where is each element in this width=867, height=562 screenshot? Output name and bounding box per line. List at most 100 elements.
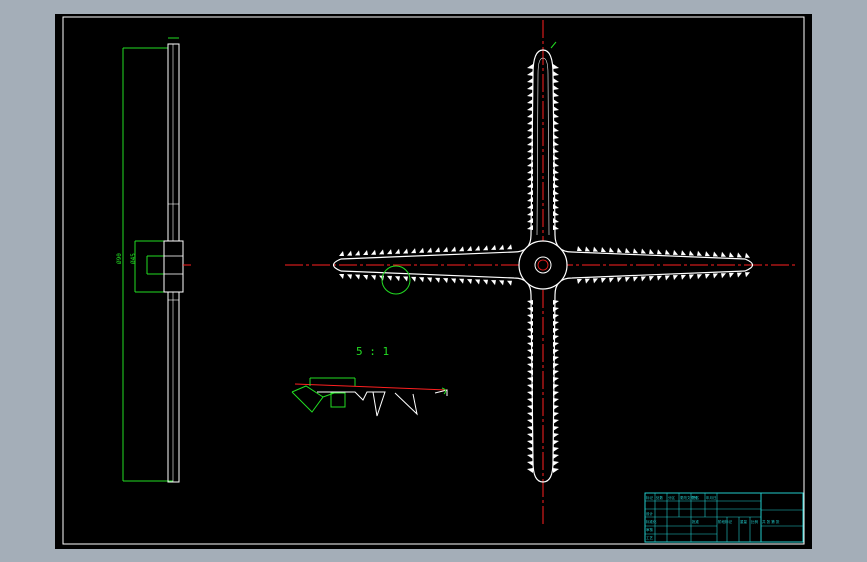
blade-tooth xyxy=(527,134,533,139)
blade-tooth xyxy=(347,274,352,280)
blade-tooth xyxy=(527,155,533,160)
blade-tooth xyxy=(355,274,360,280)
blade-tooth xyxy=(527,300,533,305)
blade-tooth xyxy=(527,405,533,410)
blade-tooth xyxy=(673,275,678,281)
blade-tooth xyxy=(483,245,488,251)
blade-tooth xyxy=(527,342,533,347)
blade-tooth xyxy=(371,249,376,255)
blade-tooth xyxy=(527,412,533,417)
blade-tooth xyxy=(649,276,654,282)
blade-tooth xyxy=(689,250,694,256)
blade-tooth xyxy=(553,468,559,473)
blade-tooth xyxy=(527,64,533,69)
title-block-cell: 年月日 xyxy=(706,495,717,500)
blade-tooth xyxy=(553,85,559,90)
blade-tooth xyxy=(553,454,559,459)
blade-tooth xyxy=(527,363,533,368)
blade-tooth xyxy=(527,307,533,312)
blade-tooth xyxy=(577,246,582,251)
blade-tooth xyxy=(745,252,750,258)
blade-tooth xyxy=(633,276,638,282)
blade-tooth xyxy=(363,250,368,256)
blade-tooth xyxy=(553,190,559,195)
blade-tooth xyxy=(411,276,416,282)
blade-tooth xyxy=(507,244,512,250)
blade-tooth xyxy=(553,335,559,340)
title-block-cell: 分区 xyxy=(668,495,676,500)
blade-tooth xyxy=(419,277,424,283)
blade-tooth xyxy=(395,276,400,282)
blade-tooth xyxy=(475,279,480,285)
blade-tooth xyxy=(609,277,614,283)
blade-tooth xyxy=(721,273,726,279)
blade-tooth xyxy=(527,321,533,326)
blade-tooth xyxy=(527,204,533,209)
blade-tooth xyxy=(553,342,559,347)
blade-tooth xyxy=(427,247,432,253)
blade-tooth xyxy=(467,279,472,285)
blade-tooth xyxy=(705,251,710,257)
blade-tooth xyxy=(553,300,559,305)
title-block-cell: 阶段标记 xyxy=(718,519,732,524)
blade-tooth xyxy=(553,92,559,97)
blade-tooth xyxy=(553,405,559,410)
title-block-cell: 标记 xyxy=(646,495,654,500)
blade-tooth xyxy=(527,92,533,97)
blade-tooth xyxy=(609,247,614,253)
blade-tooth xyxy=(553,328,559,333)
blade-tooth xyxy=(553,398,559,403)
blade-tooth xyxy=(355,250,360,256)
blade-tooth xyxy=(527,169,533,174)
blade-tooth xyxy=(553,412,559,417)
title-block-cell: 比例 xyxy=(751,519,759,524)
blade-tooth xyxy=(459,246,464,252)
detail-view: 5 : 1 xyxy=(291,345,448,417)
blade-tooth xyxy=(387,275,392,281)
blade-tooth xyxy=(577,279,582,284)
blade-tooth xyxy=(527,211,533,216)
blade-tooth xyxy=(527,447,533,452)
blade-tooth xyxy=(339,274,344,279)
blade-tooth xyxy=(451,246,456,252)
blade-tooth xyxy=(697,274,702,280)
blade-tooth xyxy=(527,335,533,340)
blade-tooth xyxy=(665,249,670,255)
blade-tooth xyxy=(633,248,638,254)
blade-tooth xyxy=(553,106,559,111)
blade-tooth xyxy=(553,141,559,146)
blade-tooth xyxy=(553,349,559,354)
blade-tooth xyxy=(379,249,384,255)
blade-tooth xyxy=(553,384,559,389)
blade-tooth xyxy=(491,280,496,286)
blade-tooth xyxy=(527,370,533,375)
blade-tooth xyxy=(657,249,662,255)
blade-tooth xyxy=(527,71,533,76)
title-block-cell: 设计 xyxy=(646,511,654,516)
blade-tooth xyxy=(553,183,559,188)
blade-tooth xyxy=(625,277,630,283)
blade-tooth xyxy=(553,197,559,202)
blade-tooth xyxy=(553,363,559,368)
blade-tooth xyxy=(705,273,710,279)
cad-viewport[interactable]: Ø90 Ø45 5: 1 标记 处数 分区 更改文件号 签名 年月日 设计 标… xyxy=(55,14,812,549)
blade-tooth xyxy=(527,398,533,403)
blade-tooth xyxy=(443,246,448,252)
blade-tooth xyxy=(527,328,533,333)
blade-tooth xyxy=(527,141,533,146)
blade-tooth xyxy=(641,276,646,282)
blade-tooth xyxy=(553,64,559,69)
blade-tooth xyxy=(553,225,559,230)
title-block-cell: 批准 xyxy=(692,519,700,524)
blade-tooth xyxy=(553,391,559,396)
blade-tooth xyxy=(527,120,533,125)
blade-tooth xyxy=(681,274,686,280)
blade-tooth xyxy=(527,461,533,466)
blade-tooth xyxy=(435,277,440,283)
blade-tooth xyxy=(527,113,533,118)
blade-tooth xyxy=(553,162,559,167)
blade-tooth xyxy=(467,245,472,251)
blade-tooth xyxy=(527,176,533,181)
blade-tooth xyxy=(527,349,533,354)
blade-tooth xyxy=(527,190,533,195)
